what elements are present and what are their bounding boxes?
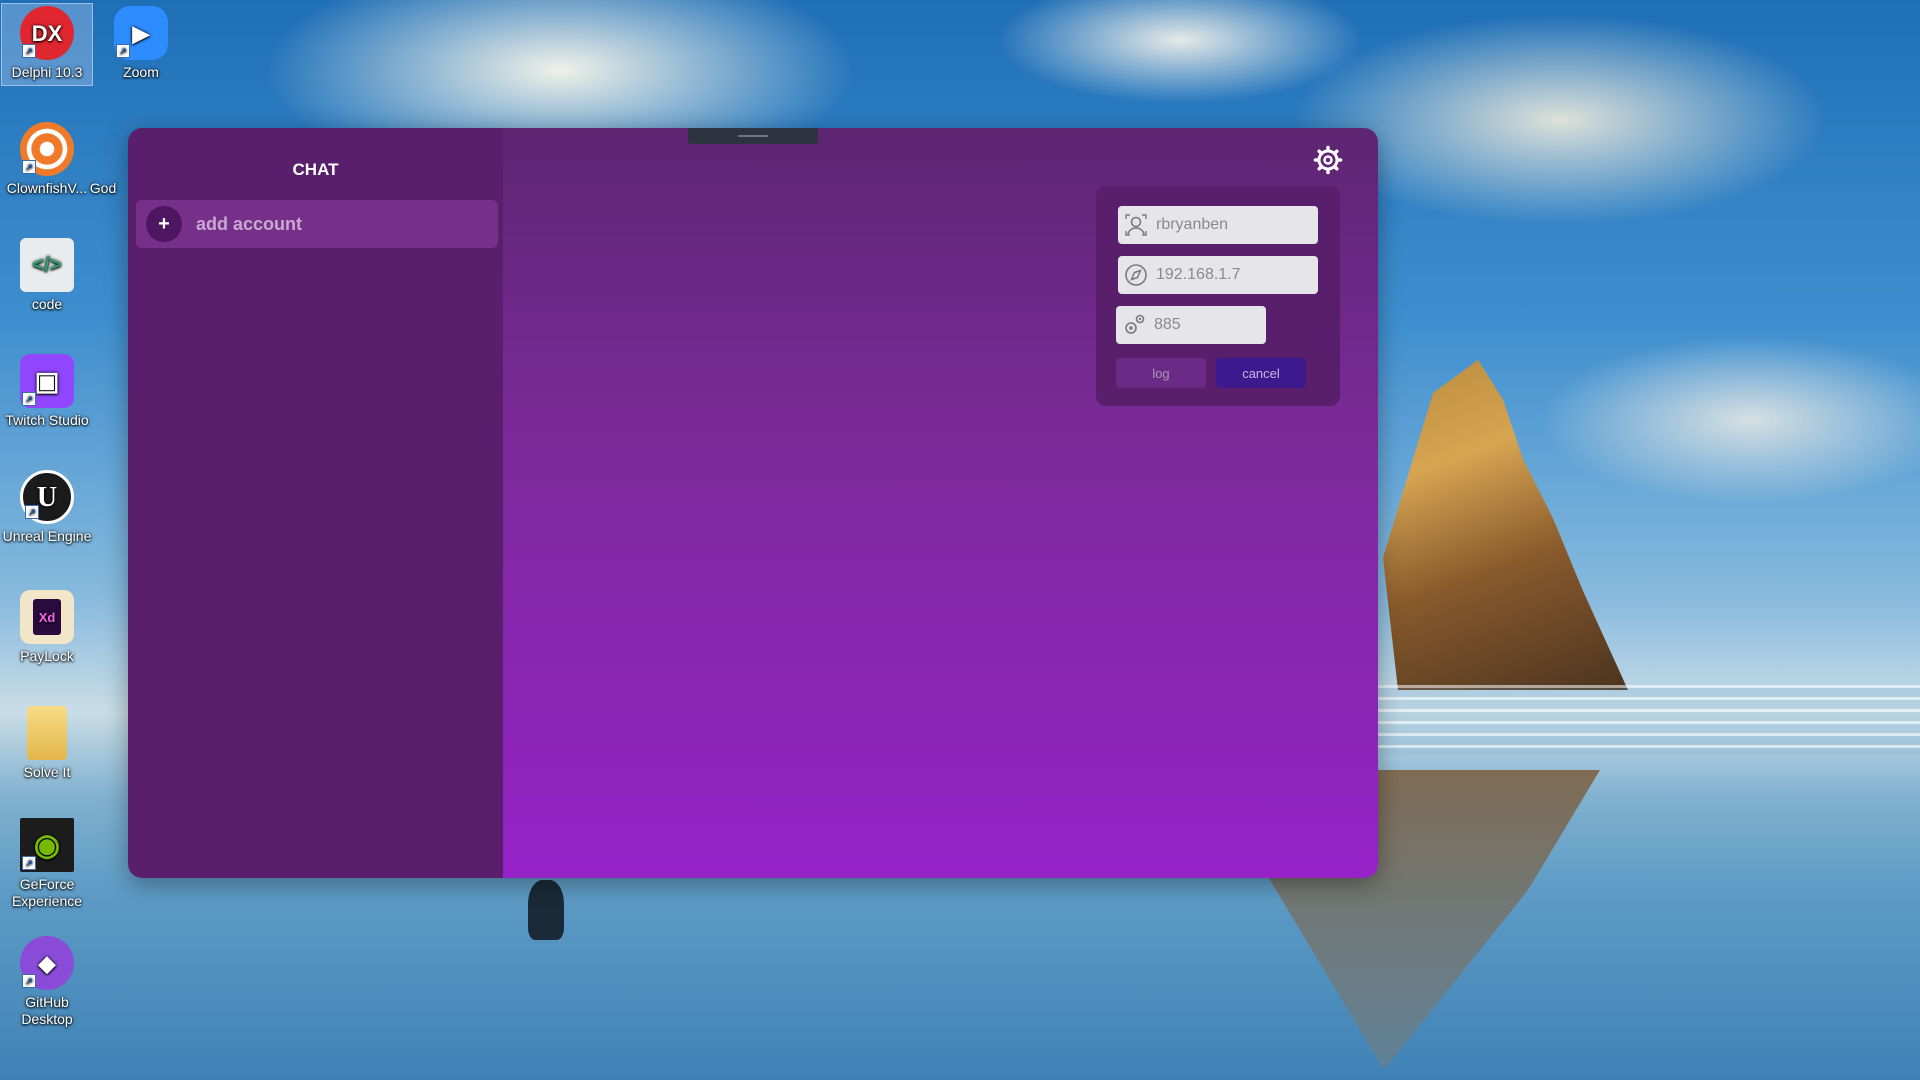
desktop-icon-zoom[interactable]: ▶ ↗ Zoom <box>96 6 186 81</box>
desktop-icon-twitch[interactable]: ▣ ↗ Twitch Studio <box>2 354 92 429</box>
zoom-icon: ▶ ↗ <box>114 6 168 60</box>
desktop-icon-label: Twitch Studio <box>5 412 89 428</box>
server-input[interactable] <box>1156 266 1296 284</box>
desktop-icon-label: Zoom <box>123 64 159 80</box>
code-icon: </> <box>20 238 74 292</box>
godot-icon <box>93 122 113 176</box>
desktop-icon-godot[interactable]: God <box>78 122 128 197</box>
log-button[interactable]: log <box>1116 358 1206 388</box>
desktop-icon-label: Delphi 10.3 <box>11 64 83 80</box>
wallpaper-surf <box>1378 685 1920 755</box>
gears-icon <box>1125 314 1145 334</box>
desktop-icon-delphi[interactable]: DX ↗ Delphi 10.3 <box>1 3 93 86</box>
login-panel: log cancel <box>1096 186 1340 406</box>
desktop-icon-label: code <box>31 296 63 312</box>
add-account-button[interactable]: + add account <box>136 200 498 248</box>
clownfish-icon: ↗ <box>20 122 74 176</box>
desktop-icon-geforce[interactable]: ◉ ↗ GeForce Experience <box>2 818 92 910</box>
desktop-icon-label: Unreal Engine <box>2 528 92 544</box>
desktop-icon-solveit[interactable]: Solve It <box>2 706 92 781</box>
desktop-icon-unreal[interactable]: U ↗ Unreal Engine <box>2 470 92 545</box>
window-drag-handle[interactable] <box>688 128 818 144</box>
settings-gear-icon[interactable] <box>1313 145 1343 175</box>
folder-icon <box>27 706 67 760</box>
wallpaper-rock <box>1383 360 1628 690</box>
username-field[interactable] <box>1118 206 1318 244</box>
desktop-icon-code[interactable]: </> code <box>2 238 92 313</box>
port-field[interactable] <box>1116 306 1266 344</box>
port-input[interactable] <box>1154 316 1254 334</box>
sidebar-title: CHAT <box>292 160 339 179</box>
sidebar: CHAT + add account <box>128 128 503 878</box>
delphi-icon: DX ↗ <box>20 6 74 60</box>
github-icon: ◆ ↗ <box>20 936 74 990</box>
unreal-icon: U ↗ <box>20 470 74 524</box>
desktop-icon-label: GitHub Desktop <box>21 994 73 1027</box>
desktop-icon-label: Solve It <box>23 764 71 780</box>
chat-app-window: CHAT + add account rbryanben 192.168.1.7… <box>128 128 1378 878</box>
geforce-icon: ◉ ↗ <box>20 818 74 872</box>
twitch-icon: ▣ ↗ <box>20 354 74 408</box>
paylock-icon: Xd <box>20 590 74 644</box>
username-input[interactable] <box>1156 216 1296 234</box>
desktop-icon-label: GeForce Experience <box>11 876 83 909</box>
desktop-icon-label: PayLock <box>20 648 74 664</box>
desktop-icon-github[interactable]: ◆ ↗ GitHub Desktop <box>2 936 92 1028</box>
cancel-button[interactable]: cancel <box>1216 358 1306 388</box>
plus-icon: + <box>146 206 182 242</box>
desktop-icon-label: God <box>89 180 117 196</box>
server-field[interactable] <box>1118 256 1318 294</box>
desktop-icon-paylock[interactable]: Xd PayLock <box>2 590 92 665</box>
add-account-label: add account <box>196 213 303 234</box>
user-icon <box>1125 214 1147 236</box>
compass-icon <box>1125 264 1147 286</box>
wallpaper-figure <box>528 880 564 940</box>
